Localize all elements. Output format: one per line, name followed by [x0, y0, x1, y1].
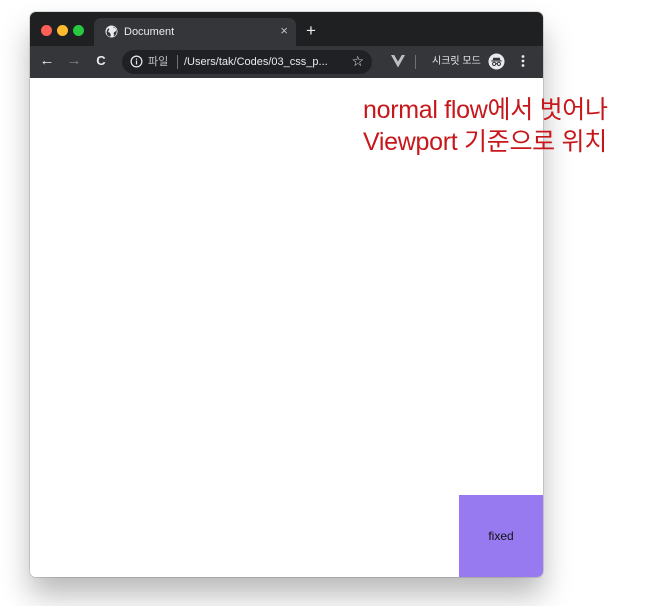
browser-title-bar: Document × + — [30, 12, 543, 46]
more-vertical-icon[interactable] — [519, 53, 527, 69]
annotation-line-2: Viewport 기준으로 위치 — [363, 128, 607, 156]
address-separator — [177, 55, 178, 69]
close-window-button[interactable] — [41, 25, 52, 36]
minimize-window-button[interactable] — [57, 25, 68, 36]
browser-tab[interactable]: Document × — [94, 18, 296, 46]
incognito-icon[interactable] — [488, 53, 505, 70]
tab-title: Document — [124, 26, 175, 38]
vue-devtools-extension-icon[interactable] — [391, 55, 405, 68]
bookmark-star-icon[interactable]: ☆ — [351, 53, 364, 69]
annotation-line-1: normal flow에서 벗어나 — [363, 96, 608, 124]
fixed-box: fixed — [459, 495, 543, 577]
address-url[interactable]: /Users/tak/Codes/03_css_p... — [184, 55, 328, 69]
forward-arrow-icon[interactable]: → — [66, 53, 82, 69]
info-icon[interactable] — [130, 55, 143, 68]
fixed-box-label: fixed — [488, 529, 514, 543]
globe-icon — [105, 25, 118, 38]
back-arrow-icon[interactable]: ← — [39, 53, 55, 69]
address-scheme-label: 파일 — [148, 56, 169, 68]
browser-toolbar: ← → C 파일 /Users/tak/Codes/03_css_p... ☆ … — [30, 46, 543, 78]
annotation-text: normal flow에서 벗어나 Viewport 기준으로 위치 — [363, 94, 608, 158]
address-bar[interactable]: 파일 /Users/tak/Codes/03_css_p... ☆ — [122, 50, 372, 74]
toolbar-separator — [415, 55, 416, 69]
screenshot-stage: Document × + ← → C 파일 /Users/tak/Codes/0… — [0, 0, 663, 606]
tab-close-icon[interactable]: × — [280, 23, 288, 39]
incognito-label: 시크릿 모드 — [432, 56, 481, 67]
new-tab-icon[interactable]: + — [306, 22, 316, 39]
reload-icon[interactable]: C — [93, 53, 109, 69]
maximize-window-button[interactable] — [73, 25, 84, 36]
